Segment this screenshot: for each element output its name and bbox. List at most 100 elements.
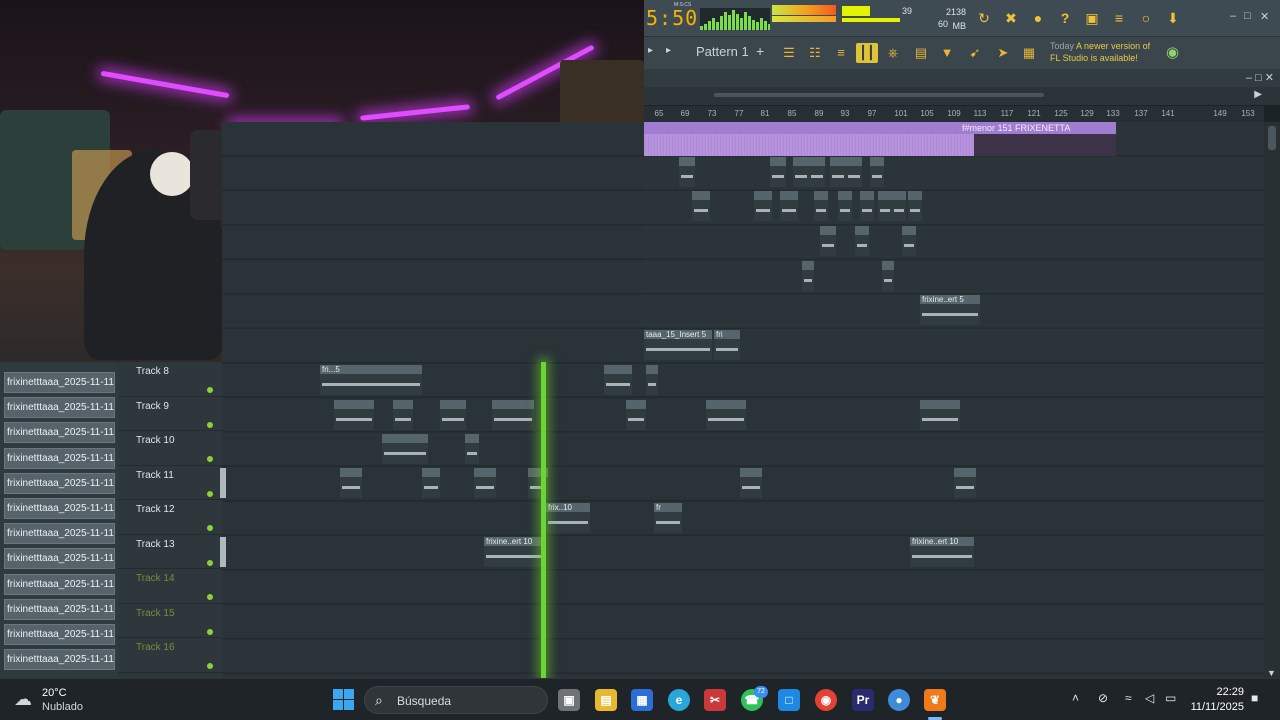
channel-button[interactable]: frixinetttaaa_2025-11-11... — [4, 573, 115, 595]
mixer-link-icon[interactable]: ≡ — [1109, 8, 1129, 28]
track-enable-led[interactable] — [207, 594, 213, 600]
clip[interactable] — [340, 468, 362, 498]
plugin-icon[interactable]: ▼ — [936, 43, 958, 63]
channel-rack-icon[interactable]: ≡ — [830, 43, 852, 63]
piano-roll-icon[interactable]: ☷ — [804, 43, 826, 63]
track-name[interactable]: Track 8 — [136, 366, 169, 377]
taskbar-search[interactable]: ⌕ Búsqueda — [364, 686, 548, 714]
track-header[interactable]: Track 11 — [118, 466, 226, 500]
channel-button[interactable]: frixinetttaaa_2025-11-11... — [4, 447, 115, 469]
download-icon[interactable]: ⬇ — [1163, 8, 1183, 28]
track-name[interactable]: Track 16 — [136, 642, 175, 653]
help-icon[interactable]: ? — [1055, 8, 1075, 28]
globe-icon[interactable]: ◉ — [1166, 43, 1179, 61]
close-icon[interactable]: ✕ — [1260, 10, 1269, 23]
browser-icon[interactable]: ⎈ — [882, 43, 904, 63]
playlist-horizontal-scroll[interactable]: ▶ — [644, 87, 1280, 105]
clip[interactable] — [814, 191, 828, 221]
track-name[interactable]: Track 9 — [136, 401, 169, 412]
track-name[interactable]: Track 11 — [136, 470, 174, 481]
restore-icon[interactable]: □ — [1244, 10, 1251, 22]
chrome-icon[interactable]: ◉ — [815, 689, 837, 711]
timeline-ruler[interactable]: 65 69 73 77 81 85 89 93 97 101 105 109 113 117 121 125 1… — [644, 106, 1264, 122]
pattern-prev-icon[interactable]: ▸ — [648, 45, 653, 56]
mic-muted-icon[interactable]: ⊘ — [1098, 691, 1108, 705]
channel-button[interactable]: frixinetttaaa_2025-11-11... — [4, 523, 115, 545]
clip[interactable] — [793, 157, 809, 187]
clip[interactable] — [740, 468, 762, 498]
track-enable-led[interactable] — [207, 663, 213, 669]
clip[interactable] — [908, 191, 922, 221]
track-header[interactable]: Track 10 — [118, 431, 222, 466]
clip[interactable] — [902, 226, 916, 256]
scroll-thumb[interactable] — [714, 93, 1044, 97]
clip[interactable]: frixine..ert 10 — [910, 537, 974, 567]
playlist-vertical-scroll[interactable]: ▼ — [1264, 122, 1280, 678]
tuner-icon[interactable]: ✖ — [1001, 8, 1021, 28]
clip[interactable] — [780, 191, 798, 221]
clip[interactable] — [860, 191, 874, 221]
add-pattern-icon[interactable]: + — [756, 43, 764, 59]
clip[interactable] — [770, 157, 786, 187]
clip[interactable]: fri...5 — [320, 365, 422, 395]
waveform-monitor[interactable] — [700, 8, 770, 30]
clip[interactable] — [393, 400, 413, 430]
clip[interactable] — [855, 226, 869, 256]
project-icon[interactable]: ▤ — [910, 43, 932, 63]
start-button[interactable] — [333, 689, 355, 711]
track-header[interactable]: Track 13 — [118, 535, 226, 569]
track-name[interactable]: Track 14 — [136, 573, 175, 584]
mixer-icon[interactable]: ┃┃ — [856, 43, 878, 63]
channel-button[interactable]: frixinetttaaa_2025-11-11... — [4, 397, 115, 419]
chat-icon[interactable]: ○ — [1136, 8, 1156, 28]
track-name[interactable]: Track 13 — [136, 539, 175, 550]
clip[interactable] — [692, 191, 710, 221]
maps-icon[interactable]: ● — [888, 689, 910, 711]
track-enable-led[interactable] — [207, 559, 213, 566]
pattern-selector[interactable]: Pattern 1 — [696, 44, 749, 59]
volume-icon[interactable]: ◁ — [1145, 691, 1154, 705]
clip[interactable] — [809, 157, 825, 187]
track-header[interactable]: Track 12 — [118, 500, 222, 535]
channel-button[interactable]: frixinetttaaa_2025-11-11... — [4, 624, 115, 645]
tray-overflow-icon[interactable]: ˄ — [1072, 691, 1079, 705]
clip[interactable]: frix..10 — [546, 503, 590, 533]
clip[interactable] — [920, 400, 960, 430]
clip[interactable]: fri — [714, 330, 740, 360]
store-icon[interactable]: ▦ — [631, 689, 653, 711]
playlist-window-controls[interactable]: – □ ✕ — [1246, 71, 1274, 84]
weather-temperature[interactable]: 20°C — [42, 687, 67, 699]
clip[interactable]: frixine..ert 10 — [484, 537, 546, 567]
wand-icon[interactable]: ➤ — [992, 43, 1014, 63]
channel-button[interactable]: frixinetttaaa_2025-11-11... — [4, 422, 115, 444]
clip[interactable] — [754, 191, 772, 221]
track-header[interactable]: Track 8 — [118, 362, 222, 397]
vocal-audio-clip[interactable]: f#menor 151 FRIXENETTA — [644, 122, 1116, 156]
update-notice[interactable]: Today A newer version of FL Studio is av… — [1050, 40, 1150, 64]
clip[interactable] — [422, 468, 440, 498]
edge-icon[interactable]: e — [668, 689, 690, 711]
clip[interactable] — [492, 400, 534, 430]
track-header[interactable]: Track 15 — [118, 604, 222, 638]
snipping-tool-icon[interactable]: ✂ — [704, 689, 726, 711]
clip[interactable] — [679, 157, 695, 187]
scroll-right-icon[interactable]: ▶ — [1254, 89, 1262, 100]
clip[interactable] — [882, 261, 894, 291]
record-loop-icon[interactable]: ↻ — [974, 8, 994, 28]
clip[interactable] — [382, 434, 428, 464]
battery-icon[interactable]: ▭ — [1165, 691, 1176, 705]
channel-button[interactable]: frixinetttaaa_2025-11-11... — [4, 498, 115, 519]
track-enable-led[interactable] — [207, 525, 213, 531]
track-enable-led[interactable] — [207, 628, 213, 635]
clip[interactable] — [820, 226, 836, 256]
microphone-icon[interactable]: ● — [1028, 8, 1048, 28]
file-explorer-icon[interactable]: ▤ — [595, 689, 617, 711]
cloud-icon[interactable]: ☁ — [14, 689, 32, 710]
track-enable-led[interactable] — [207, 421, 213, 428]
channel-button[interactable]: frixinetttaaa_2025-11-11... — [4, 598, 115, 620]
clock-time[interactable]: 22:29 — [1188, 686, 1244, 698]
scroll-down-icon[interactable]: ▼ — [1267, 668, 1276, 678]
wifi-icon[interactable]: ≈ — [1125, 691, 1132, 705]
task-view-icon[interactable]: ▣ — [558, 689, 580, 711]
tempo-icon[interactable]: ➹ — [964, 43, 986, 63]
